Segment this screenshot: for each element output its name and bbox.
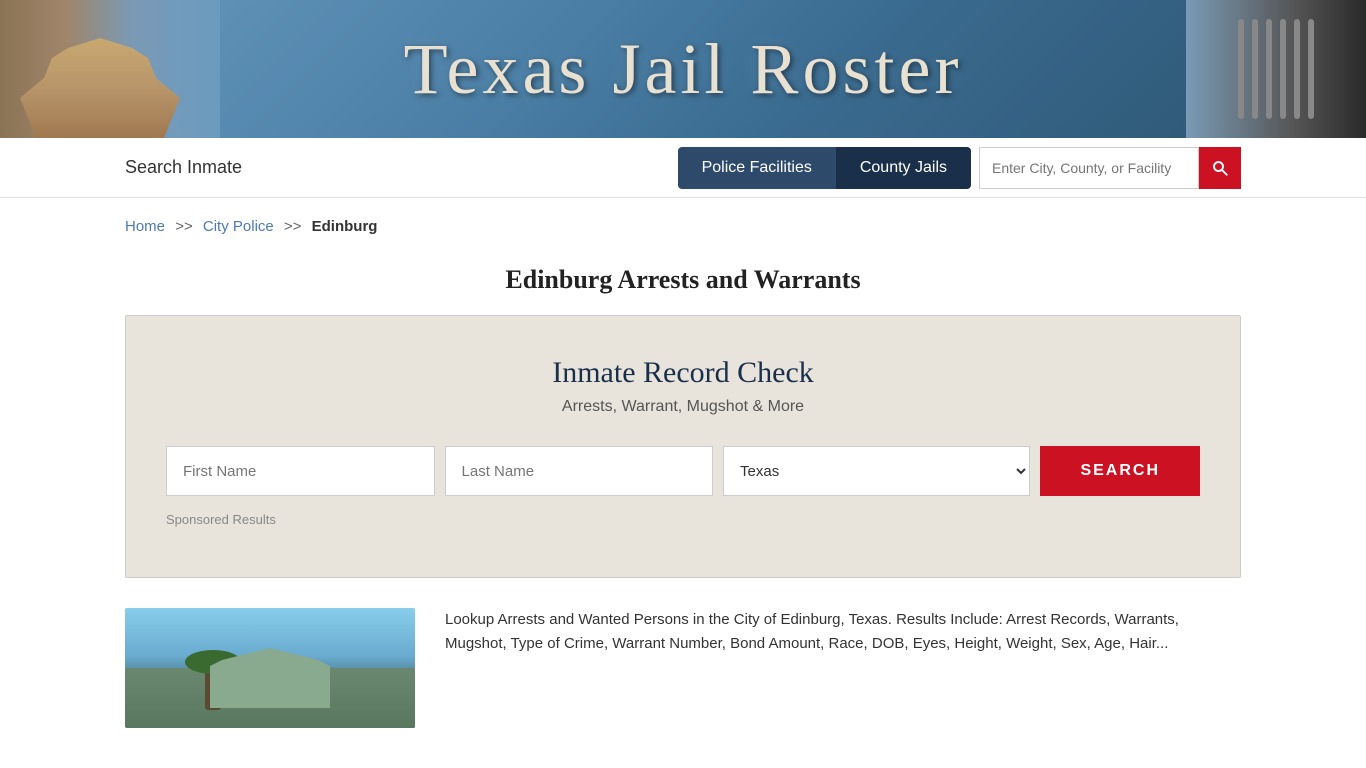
banner-left-image xyxy=(0,0,220,138)
breadcrumb-city-police[interactable]: City Police xyxy=(203,218,274,235)
nav-search-input[interactable] xyxy=(979,147,1199,189)
header-banner: Texas Jail Roster xyxy=(0,0,1366,138)
breadcrumb-sep-2: >> xyxy=(284,218,302,235)
bottom-section: Lookup Arrests and Wanted Persons in the… xyxy=(0,608,1366,728)
site-title: Texas Jail Roster xyxy=(404,28,963,111)
palm-fronds xyxy=(185,650,241,674)
nav-bar: Search Inmate Police Facilities County J… xyxy=(0,138,1366,198)
breadcrumb-home[interactable]: Home xyxy=(125,218,165,235)
jail-bar xyxy=(1308,19,1314,119)
search-icon xyxy=(1211,159,1229,177)
jail-bar xyxy=(1280,19,1286,119)
state-select[interactable]: AlabamaAlaskaArizonaArkansasCaliforniaCo… xyxy=(723,446,1030,496)
jail-bars-image xyxy=(1238,19,1314,119)
record-check-form: AlabamaAlaskaArizonaArkansasCaliforniaCo… xyxy=(166,446,1200,496)
breadcrumb: Home >> City Police >> Edinburg xyxy=(0,198,1366,255)
record-check-box: Inmate Record Check Arrests, Warrant, Mu… xyxy=(125,315,1241,578)
sponsored-results-label: Sponsored Results xyxy=(166,512,1200,527)
palm-tree xyxy=(205,660,221,710)
breadcrumb-sep-1: >> xyxy=(175,218,193,235)
record-check-subtitle: Arrests, Warrant, Mugshot & More xyxy=(166,398,1200,416)
nav-buttons: Police Facilities County Jails xyxy=(678,147,971,189)
county-jails-button[interactable]: County Jails xyxy=(836,147,971,189)
police-facilities-button[interactable]: Police Facilities xyxy=(678,147,836,189)
last-name-input[interactable] xyxy=(445,446,714,496)
record-check-title: Inmate Record Check xyxy=(166,356,1200,390)
jail-bar xyxy=(1266,19,1272,119)
breadcrumb-current: Edinburg xyxy=(312,218,378,235)
jail-bar xyxy=(1238,19,1244,119)
banner-right-image xyxy=(1186,0,1366,138)
jail-bar xyxy=(1252,19,1258,119)
nav-search-button[interactable] xyxy=(1199,147,1241,189)
page-title-section: Edinburg Arrests and Warrants xyxy=(0,255,1366,315)
jail-bar xyxy=(1294,19,1300,119)
first-name-input[interactable] xyxy=(166,446,435,496)
search-inmate-label: Search Inmate xyxy=(125,157,242,178)
record-search-button[interactable]: SEARCH xyxy=(1040,446,1200,496)
page-title: Edinburg Arrests and Warrants xyxy=(0,265,1366,295)
city-image xyxy=(125,608,415,728)
nav-search-wrapper xyxy=(979,147,1241,189)
bottom-description: Lookup Arrests and Wanted Persons in the… xyxy=(445,608,1241,656)
capitol-image xyxy=(0,0,200,138)
